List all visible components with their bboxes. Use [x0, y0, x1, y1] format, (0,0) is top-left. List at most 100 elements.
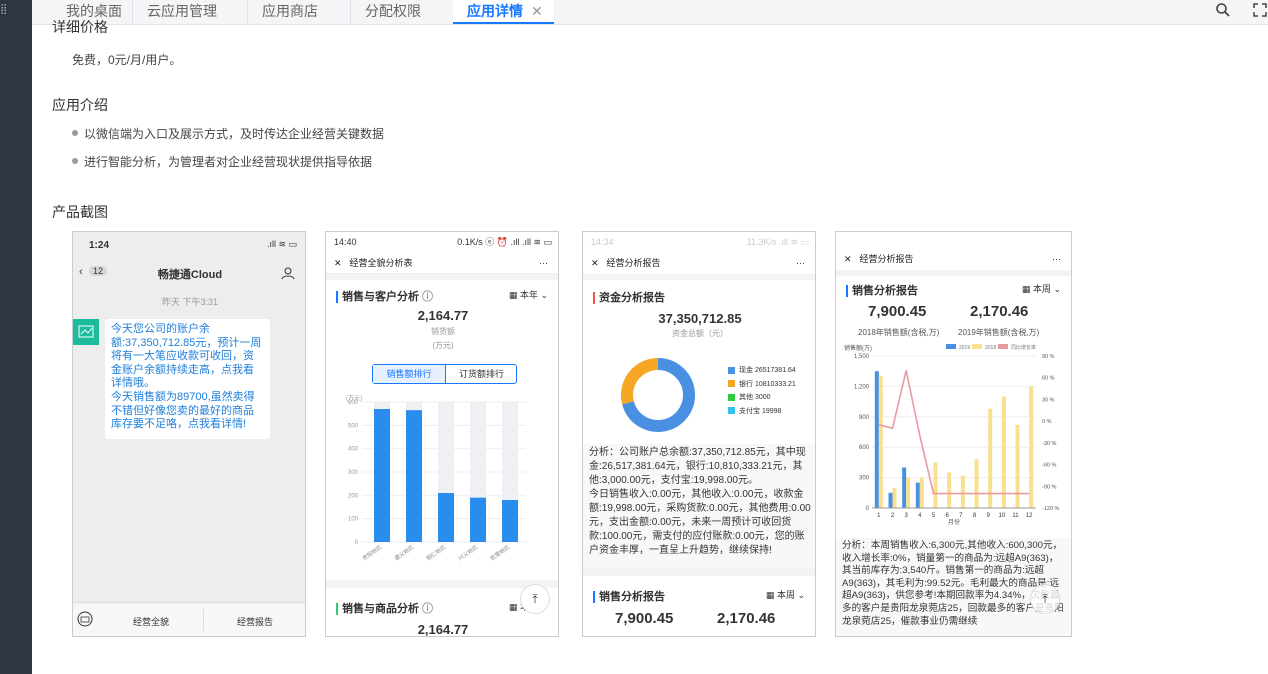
y-tick-label: 200: [348, 493, 359, 499]
period-select[interactable]: ▦ 本周 ⌄: [766, 588, 805, 601]
legend-item: 现金 26517381.64: [728, 364, 796, 378]
screenshot-sales-customer[interactable]: 14:40 0.1K/s ⓔ ⏰ .ıll .ıll ≋ ▭ ✕ 经营全貌分析表 ··…: [325, 231, 559, 637]
y-tick-label: 300: [859, 476, 870, 482]
more-icon[interactable]: ···: [539, 252, 548, 274]
big-label: 资金总额（元）: [672, 329, 728, 338]
status-time: 14:40: [334, 237, 357, 247]
y2-tick-label: 90 %: [1042, 354, 1055, 360]
legend-item: 其他 3000: [728, 391, 796, 405]
chart-icon: [78, 325, 94, 338]
wechat-menu: 经营全貌 经营报告: [73, 602, 305, 636]
period-select[interactable]: ▦ 本年 ⌄: [509, 288, 548, 301]
card-title: 资金分析报告: [599, 292, 665, 304]
x-tick-label: 5: [932, 513, 936, 519]
pricing-value: 免费，0元/月/用户。: [72, 53, 182, 67]
tab-label: 云应用管理: [147, 3, 217, 19]
x-tick-label: 兴义地区: [457, 543, 480, 562]
screenshot-wechat[interactable]: 1:24 .ıll ≋ ▭ ‹ 12 畅捷通Cloud 昨天 下午3:31 今天…: [72, 231, 306, 637]
app-detail-content: 详细价格 免费，0元/月/用户。 应用介绍 以微信端为入口及展示方式，及时传达企…: [32, 19, 1268, 674]
legend-swatch: [946, 344, 956, 349]
y-tick-label: 400: [348, 447, 359, 453]
more-icon[interactable]: ···: [796, 252, 805, 274]
tab-cloud-apps[interactable]: 云应用管理: [132, 0, 244, 24]
menu-overview[interactable]: 经营全貌: [133, 615, 169, 628]
card2-title: 销售与商品分析: [342, 603, 419, 615]
y2-tick-label: -120 %: [1042, 506, 1060, 512]
chat-message[interactable]: 今天您公司的账户余额:37,350,712.85元，预计一周将有一大笔应收款可收…: [105, 319, 270, 439]
donut-chart: [621, 358, 695, 432]
close-icon[interactable]: ✕: [334, 258, 342, 268]
growth-line: [878, 370, 1030, 495]
bar-2018: [947, 472, 952, 508]
info-icon: ⓘ: [422, 291, 433, 303]
y2-tick-label: 30 %: [1042, 397, 1055, 403]
fullscreen-icon[interactable]: [1252, 2, 1268, 18]
close-icon[interactable]: ✕: [531, 3, 543, 19]
combo-chart: 销售额(万) 2019 2018 同比增长率 0 300 600 900 1,200 1,500 9…: [844, 344, 1060, 526]
legend-swatch: [728, 407, 735, 415]
y-tick-label: 0: [866, 506, 870, 512]
intro-bullet-2: 进行智能分析，为管理者对企业经营现状提供指导依据: [84, 155, 373, 169]
y-tick-label: 900: [859, 415, 870, 421]
x-tick-label: 6: [945, 513, 949, 519]
bot-avatar: [73, 319, 99, 345]
bar-2018: [906, 477, 911, 508]
bar: [406, 410, 422, 542]
tab-app-detail[interactable]: 应用详情 ✕: [453, 0, 554, 24]
x-tick-label: 8: [973, 513, 977, 519]
donut-legend: 现金 26517381.64 银行 10810333.21 其他 3000 支付宝 1…: [728, 364, 796, 418]
chat-title: 畅捷通Cloud: [157, 269, 223, 281]
status-icons: 11.3K/s .ıll ≋ ▭: [746, 237, 809, 247]
y-tick-label: 0: [355, 540, 359, 546]
y-tick-label: 300: [348, 470, 359, 476]
x-tick-label: 7: [959, 513, 963, 519]
x-tick-label: 铜仁地区: [425, 543, 448, 562]
legend-label: 现金 26517381.64: [739, 367, 796, 374]
screens-heading: 产品截图: [52, 204, 108, 220]
tab-app-store[interactable]: 应用商店: [247, 0, 351, 24]
menu-report[interactable]: 经营报告: [237, 615, 273, 628]
screenshot-sales-report[interactable]: ✕ 经营分析报告 ··· 销售分析报告 ▦ 本周 ⌄ 7,900.45 2,170.…: [835, 231, 1072, 637]
sidebar-edge-icon[interactable]: ⣿: [0, 4, 7, 16]
bar-2018: [878, 376, 883, 508]
keyboard-icon[interactable]: [77, 611, 93, 627]
menu-divider: [203, 609, 204, 631]
bar: [438, 493, 454, 542]
scroll-top-icon[interactable]: ⤒: [1030, 584, 1060, 614]
chat-date: 昨天 下午3:31: [161, 297, 219, 307]
period-select[interactable]: ▦ 本周 ⌄: [1022, 282, 1061, 295]
legend-item: 银行 10810333.21: [728, 378, 796, 392]
pricing-heading: 详细价格: [52, 19, 108, 35]
period-label: 本周: [1032, 284, 1051, 294]
tab-permissions[interactable]: 分配权限: [350, 0, 454, 24]
screenshot-fund-report[interactable]: 14:34 11.3K/s .ıll ≋ ▭ ✕ 经营分析报告 ··· 资金分析报告 …: [582, 231, 816, 637]
bar-2019: [888, 492, 893, 508]
bar-2018: [933, 462, 938, 508]
x-tick-label: 2: [891, 513, 895, 519]
x-tick-label: 12: [1026, 513, 1033, 519]
legend-swatch: [728, 366, 735, 374]
y2-tick-label: -60 %: [1042, 463, 1056, 469]
tab-sales-rank[interactable]: 销售额排行: [373, 365, 445, 383]
legend-label: 2018: [985, 345, 996, 351]
tab-label: 应用商店: [262, 3, 318, 19]
battery-icon: .ıll ≋ ▭: [266, 239, 297, 249]
legend-label: 同比增长率: [1011, 344, 1036, 351]
x-tick-label: 3: [904, 513, 908, 519]
big-label: 销货额: [431, 327, 455, 336]
scroll-top-icon[interactable]: ⤒: [520, 584, 550, 614]
bar-2018: [974, 459, 979, 508]
unit-label: (万元): [432, 341, 454, 350]
y2-tick-label: -90 %: [1042, 484, 1056, 490]
card-title: 销售与客户分析: [342, 291, 419, 303]
y-axis-title: 销售额(万): [844, 344, 872, 352]
status-icons: 0.1K/s ⓔ ⏰ .ıll .ıll ≋ ▭: [457, 237, 552, 247]
bar-2018: [960, 475, 965, 508]
more-icon[interactable]: ···: [1052, 248, 1061, 270]
search-icon[interactable]: [1215, 2, 1231, 18]
y-tick-label: 100: [348, 517, 359, 523]
close-icon[interactable]: ✕: [591, 258, 599, 268]
tab-order-rank[interactable]: 订货额排行: [445, 365, 517, 383]
bar-2019: [874, 371, 879, 508]
close-icon[interactable]: ✕: [844, 254, 852, 264]
